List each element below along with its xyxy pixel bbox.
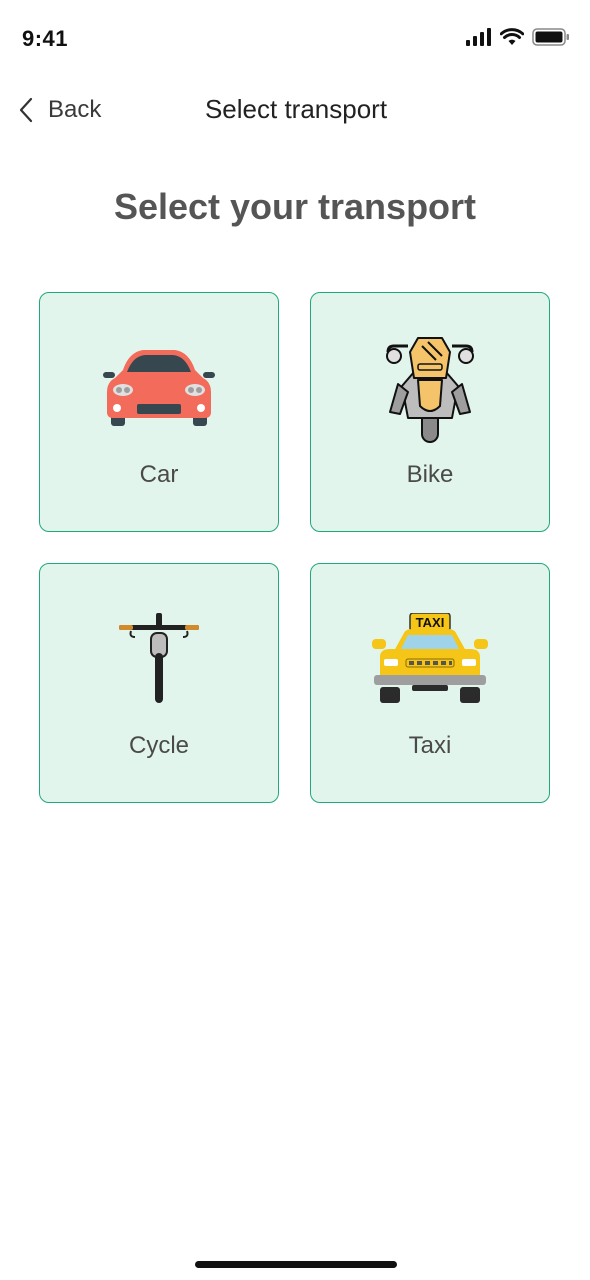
status-icons bbox=[466, 28, 570, 46]
transport-option-bike[interactable]: Bike bbox=[310, 292, 550, 532]
transport-label-bike: Bike bbox=[406, 461, 454, 488]
status-bar: 9:41 bbox=[0, 0, 590, 80]
car-icon bbox=[103, 350, 215, 426]
status-time: 9:41 bbox=[22, 26, 69, 51]
taxi-icon: TAXI bbox=[372, 613, 488, 703]
battery-icon bbox=[532, 28, 569, 46]
wifi-icon bbox=[500, 28, 524, 45]
transport-grid: Car Bike Cycle TAXI Taxi bbox=[39, 292, 551, 803]
transport-label-taxi: Taxi bbox=[408, 732, 452, 759]
taxi-sign-text: TAXI bbox=[416, 615, 445, 630]
page-title: Select transport bbox=[204, 94, 388, 124]
bicycle-icon bbox=[119, 613, 199, 703]
home-indicator bbox=[195, 1261, 397, 1268]
transport-label-car: Car bbox=[139, 461, 179, 488]
signal-icon bbox=[466, 28, 491, 46]
motorbike-icon bbox=[386, 337, 474, 443]
transport-label-cycle: Cycle bbox=[128, 732, 189, 759]
nav-bar: Back Select transport bbox=[0, 80, 590, 140]
transport-option-cycle[interactable]: Cycle bbox=[39, 563, 279, 803]
transport-option-car[interactable]: Car bbox=[39, 292, 279, 532]
transport-option-taxi[interactable]: TAXI Taxi bbox=[310, 563, 550, 803]
section-heading: Select your transport bbox=[113, 186, 477, 227]
